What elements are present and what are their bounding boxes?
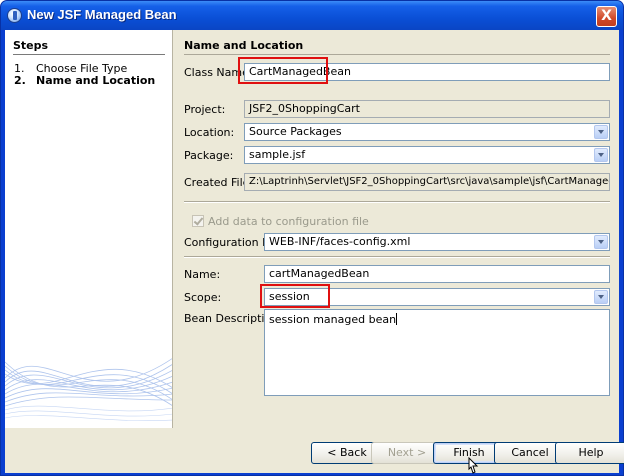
title-bar[interactable]: New JSF Managed Bean X xyxy=(1,1,623,30)
created-file-label: Created File: xyxy=(184,176,254,189)
chevron-down-icon[interactable] xyxy=(594,125,608,139)
scope-highlight xyxy=(260,284,330,308)
scope-label: Scope: xyxy=(184,291,222,304)
window-title: New JSF Managed Bean xyxy=(27,7,177,22)
chevron-down-icon[interactable] xyxy=(594,290,608,304)
config-file-select[interactable]: WEB-INF/faces-config.xml xyxy=(264,233,610,251)
checkbox-checked-icon[interactable] xyxy=(192,215,204,227)
dialog-body: Steps 1. Choose File Type 2. Name and Loca… xyxy=(5,30,624,473)
bean-description-textarea[interactable]: session managed bean xyxy=(264,309,610,396)
text-caret xyxy=(396,313,398,325)
package-label: Package: xyxy=(184,149,234,162)
location-value: Source Packages xyxy=(249,125,342,138)
location-select[interactable]: Source Packages xyxy=(244,123,610,141)
package-value: sample.jsf xyxy=(249,148,306,161)
bean-description-value: session managed bean xyxy=(269,313,397,326)
project-label: Project: xyxy=(184,103,226,116)
panel-title: Name and Location xyxy=(184,39,304,52)
chevron-down-icon[interactable] xyxy=(594,148,608,162)
section-separator xyxy=(184,201,610,203)
step-name-and-location: 2. Name and Location xyxy=(14,74,155,87)
dialog-window: New JSF Managed Bean X Steps 1. Choose Fi… xyxy=(0,0,624,476)
class-name-highlight xyxy=(238,57,328,84)
step-label: Name and Location xyxy=(36,74,156,87)
mouse-pointer-icon xyxy=(468,457,479,474)
config-file-value: WEB-INF/faces-config.xml xyxy=(269,235,411,248)
name-label: Name: xyxy=(184,268,221,281)
project-field: JSF2_0ShoppingCart xyxy=(244,100,610,118)
chevron-down-icon[interactable] xyxy=(594,235,608,249)
steps-panel: Steps 1. Choose File Type 2. Name and Loca… xyxy=(5,30,173,428)
step-number: 2. xyxy=(14,74,26,87)
location-label: Location: xyxy=(184,126,235,139)
steps-title: Steps xyxy=(13,39,49,52)
button-bar: < Back Next > Finish Cancel Help xyxy=(5,428,624,473)
name-and-location-panel: Name and Location Class Name: CartManage… xyxy=(174,30,619,428)
decorative-waves-image xyxy=(5,358,172,422)
bean-icon xyxy=(7,8,22,23)
help-button[interactable]: Help xyxy=(555,442,624,464)
steps-divider xyxy=(13,54,165,55)
add-config-checkbox-row[interactable]: Add data to configuration file xyxy=(192,215,369,228)
name-input[interactable]: cartManagedBean xyxy=(264,265,610,283)
panel-divider xyxy=(184,54,610,55)
close-button[interactable]: X xyxy=(596,6,617,27)
section-separator xyxy=(184,256,610,258)
created-file-field: Z:\Laptrinh\Servlet\JSF2_0ShoppingCart\s… xyxy=(244,173,610,191)
package-combo[interactable]: sample.jsf xyxy=(244,146,610,164)
add-config-label: Add data to configuration file xyxy=(208,215,369,228)
